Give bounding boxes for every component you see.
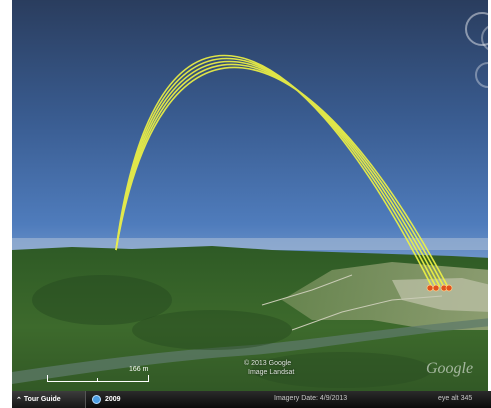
terrain-view[interactable] xyxy=(12,0,491,408)
imagery-date: Imagery Date: 4/9/2013 xyxy=(274,395,348,402)
year-label: 2009 xyxy=(105,396,121,403)
window-left-border xyxy=(0,0,12,408)
copyright-text: © 2013 Google xyxy=(244,360,292,367)
google-logo: Google xyxy=(426,360,474,377)
scale-label: 166 m xyxy=(129,366,149,373)
impact-marker xyxy=(426,284,434,292)
forest-patch xyxy=(132,310,292,350)
chevron-up-icon: ⌃ xyxy=(16,396,22,404)
scale-bar xyxy=(47,375,149,382)
tour-guide-label: Tour Guide xyxy=(23,396,61,403)
status-bar: ⌃ Tour Guide 2009 Imagery Date: 4/9/2013… xyxy=(12,391,491,408)
earth-3d-viewport[interactable]: 166 m © 2013 Google Image Landsat Google xyxy=(12,0,491,408)
historical-imagery-button[interactable]: 2009 xyxy=(92,393,134,406)
tour-guide-button[interactable]: ⌃ Tour Guide xyxy=(12,391,86,408)
impact-marker xyxy=(445,284,453,292)
scale-bar-tick xyxy=(97,378,98,382)
eye-altitude: eye alt 345 xyxy=(438,395,473,402)
imagery-credit: Image Landsat xyxy=(248,369,295,376)
impact-marker xyxy=(432,284,440,292)
clock-icon xyxy=(92,395,101,404)
